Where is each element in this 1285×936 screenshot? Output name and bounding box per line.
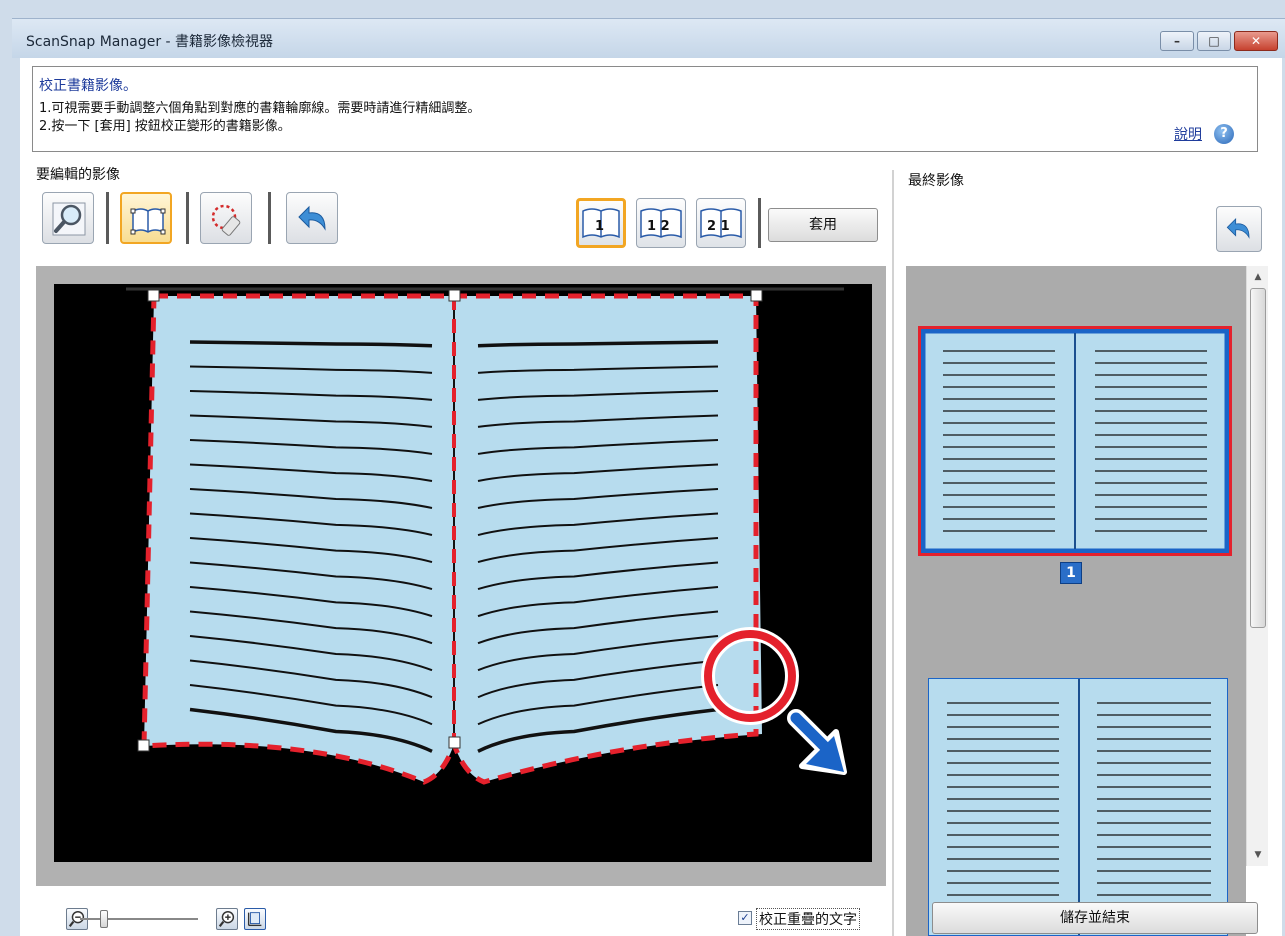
zoom-slider-thumb[interactable] <box>100 910 108 928</box>
scroll-up-icon[interactable]: ▲ <box>1247 268 1269 286</box>
close-button[interactable]: ✕ <box>1234 31 1278 51</box>
final-panel-scrollbar[interactable]: ▲ ▼ <box>1246 266 1268 866</box>
single-page-icon: 1 <box>582 208 620 239</box>
fit-to-window-icon[interactable] <box>244 908 266 930</box>
finger-erase-tool-button[interactable] <box>200 192 252 244</box>
layout-left-right-button[interactable]: 1 2 <box>636 198 686 248</box>
layout-single-button[interactable]: 1 <box>576 198 626 248</box>
toolbar-separator <box>106 192 109 244</box>
zoom-in-icon[interactable] <box>216 908 238 930</box>
window-title: ScanSnap Manager - 書籍影像檢視器 <box>26 34 274 50</box>
page-number-badge: 1 <box>1060 562 1082 584</box>
instruction-line-1: 1.可視需要手動調整六個角點到對應的書籍輪廓線。需要時請進行精細調整。 <box>39 101 481 116</box>
undo-button[interactable] <box>286 192 338 244</box>
final-undo-button[interactable] <box>1216 206 1262 252</box>
book-image[interactable] <box>54 284 872 862</box>
maximize-icon: □ <box>1208 34 1220 48</box>
scroll-thumb[interactable] <box>1250 288 1266 628</box>
zoom-slider-track[interactable] <box>80 918 198 920</box>
instruction-box: 校正書籍影像。 1.可視需要手動調整六個角點到對應的書籍輪廓線。需要時請進行精細… <box>32 66 1258 152</box>
corner-handle[interactable] <box>147 289 160 302</box>
final-thumbnail[interactable] <box>928 678 1228 936</box>
fit-glyph <box>247 912 262 927</box>
minimize-button[interactable]: – <box>1160 31 1194 51</box>
eraser-icon <box>211 204 241 236</box>
edit-canvas[interactable] <box>54 284 872 862</box>
correct-overlap-checkbox[interactable]: ✓ <box>738 911 752 925</box>
help-icon[interactable]: ? <box>1214 124 1234 144</box>
two-page-ltr-icon: 1 2 <box>640 208 682 239</box>
title-bar[interactable]: ScanSnap Manager - 書籍影像檢視器 – □ ✕ <box>12 18 1285 58</box>
layout-label: 1 2 <box>647 219 670 234</box>
apply-button[interactable]: 套用 <box>768 208 878 242</box>
instruction-title: 校正書籍影像。 <box>39 78 137 94</box>
zoom-tool-button[interactable] <box>42 192 94 244</box>
toolbar-separator <box>758 198 761 248</box>
two-page-rtl-icon: 2 1 <box>700 208 742 239</box>
magnifier-icon <box>52 202 86 236</box>
maximize-button[interactable]: □ <box>1197 31 1231 51</box>
layout-label: 2 1 <box>707 219 730 234</box>
client-area: 校正書籍影像。 1.可視需要手動調整六個角點到對應的書籍輪廓線。需要時請進行精細… <box>20 58 1282 936</box>
corner-handle[interactable] <box>137 739 150 752</box>
toolbar-separator <box>186 192 189 244</box>
final-page-preview <box>924 332 1226 550</box>
final-image-label: 最終影像 <box>908 173 964 189</box>
scroll-down-icon[interactable]: ▼ <box>1247 846 1269 864</box>
point-adjust-tool-button[interactable] <box>120 192 172 244</box>
save-and-exit-button[interactable]: 儲存並結束 <box>932 902 1258 934</box>
layout-label: 1 <box>595 219 604 234</box>
instruction-line-2: 2.按一下 [套用] 按鈕校正變形的書籍影像。 <box>39 119 291 134</box>
correct-overlap-label[interactable]: 校正重疊的文字 <box>756 908 860 930</box>
book-corners-icon <box>130 208 166 235</box>
corner-handle[interactable] <box>448 736 461 749</box>
zoom-in-glyph <box>218 911 235 927</box>
undo-arrow-icon <box>298 205 326 231</box>
drag-arrow-icon <box>787 709 847 775</box>
corner-handle[interactable] <box>750 289 763 302</box>
close-icon: ✕ <box>1250 34 1262 48</box>
final-thumbnail-selected[interactable] <box>918 326 1232 556</box>
help-link[interactable]: 說明 <box>1174 124 1202 144</box>
edit-image-area <box>36 266 886 886</box>
toolbar-separator <box>268 192 271 244</box>
edit-image-label: 要編輯的影像 <box>36 167 120 183</box>
minimize-icon: – <box>1174 34 1180 48</box>
corner-handle[interactable] <box>448 289 461 302</box>
panel-divider <box>892 170 894 936</box>
layout-right-left-button[interactable]: 2 1 <box>696 198 746 248</box>
app-window: ScanSnap Manager - 書籍影像檢視器 – □ ✕ 校正書籍影像。… <box>0 0 1285 936</box>
final-page-preview <box>947 679 1211 935</box>
undo-arrow-icon <box>1226 217 1250 239</box>
